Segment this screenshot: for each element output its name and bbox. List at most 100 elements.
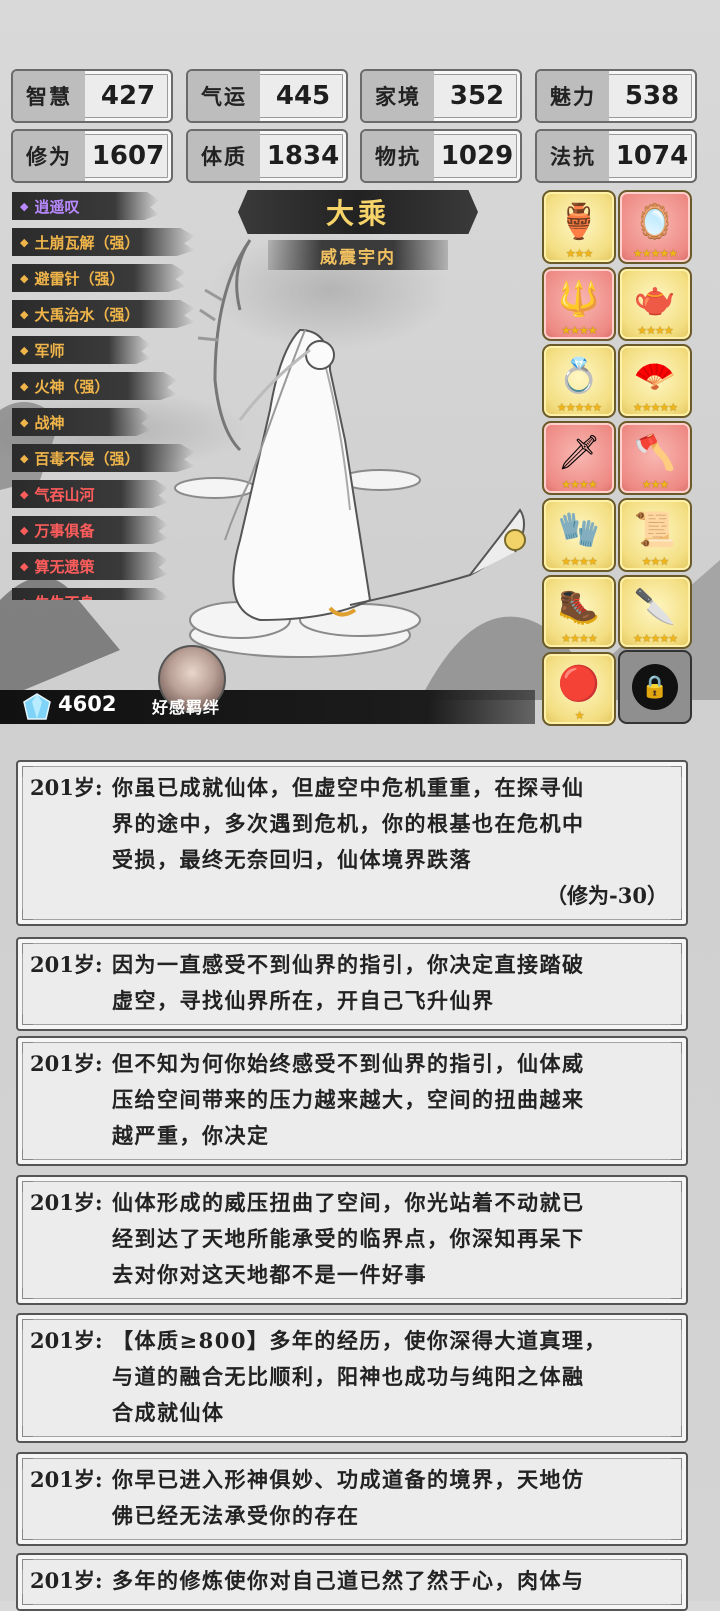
corner-ornament bbox=[671, 1458, 682, 1469]
star-rating: ★★★★★ bbox=[632, 632, 678, 645]
stat-label: 体质 bbox=[188, 131, 260, 181]
stat-constitution: 体质 1834 bbox=[186, 129, 348, 183]
star-rating: ★★★ bbox=[565, 247, 594, 260]
star-rating: ★★★★ bbox=[561, 324, 597, 337]
event-age: 201岁: bbox=[30, 1467, 103, 1492]
diamond-icon: ◆ bbox=[20, 487, 29, 501]
event-text-line: 你虽已成就仙体，但虚空中危机重重，在探寻仙 bbox=[112, 775, 585, 800]
equipment-slot[interactable]: 🔪 ★★★★★ bbox=[618, 575, 692, 649]
star-rating: ★★★★ bbox=[561, 478, 597, 491]
stat-label: 物抗 bbox=[362, 131, 434, 181]
scroll-icon: 📜 bbox=[633, 510, 677, 550]
skill-item[interactable]: ◆ 万事俱备 bbox=[12, 516, 168, 544]
event-text-line: 佛已经无法承受你的存在 bbox=[112, 1503, 360, 1528]
equipment-slot[interactable]: 🫖 ★★★★ bbox=[618, 267, 692, 341]
event-text-line: 仙体形成的威压扭曲了空间，你光站着不动就已 bbox=[112, 1190, 585, 1215]
diamond-icon: ◆ bbox=[20, 415, 29, 429]
star-rating: ★★★★★ bbox=[632, 401, 678, 414]
event-text-line: 界的途中，多次遇到危机，你的根基也在危机中 bbox=[112, 811, 585, 836]
lock-icon: 🔒 bbox=[632, 664, 678, 710]
equipment-slot[interactable]: 🗡 ★★★★ bbox=[542, 421, 616, 495]
equipment-slot[interactable]: 🥾 ★★★★ bbox=[542, 575, 616, 649]
stat-cultivation: 修为 1607 bbox=[11, 129, 173, 183]
star-rating: ★★★★★ bbox=[556, 401, 602, 414]
event-text-line: 【体质≥800】多年的经历，使你深得大道真理， bbox=[112, 1328, 607, 1353]
axe-icon: 🪓 bbox=[633, 433, 677, 473]
skill-label: 生生不息 bbox=[34, 592, 94, 601]
skill-label: 算无遗策 bbox=[34, 557, 95, 576]
corner-ornament bbox=[22, 1426, 33, 1437]
skill-item[interactable]: ◆ 火神（强） bbox=[12, 372, 177, 400]
corner-ornament bbox=[22, 1594, 33, 1605]
corner-ornament bbox=[22, 1529, 33, 1540]
stat-value: 538 bbox=[624, 81, 680, 111]
sword-icon: 🗡 bbox=[557, 433, 601, 473]
stat-value: 1607 bbox=[91, 141, 165, 171]
corner-ornament bbox=[671, 1014, 682, 1025]
event-age: 201岁: bbox=[30, 1568, 103, 1593]
equipment-slot[interactable]: 🏺 ★★★ bbox=[542, 190, 616, 264]
skill-item[interactable]: ◆ 军师 bbox=[12, 336, 150, 364]
equipment-slot[interactable]: 🪓 ★★★ bbox=[618, 421, 692, 495]
skill-label: 土崩瓦解（强） bbox=[34, 233, 140, 252]
event-text-line: 你早已进入形神俱妙、功成道备的境界，天地仿 bbox=[112, 1467, 585, 1492]
corner-ornament bbox=[22, 1559, 33, 1570]
ring-icon: 💍 bbox=[557, 356, 601, 396]
equipment-slot[interactable]: 🪞 ★★★★★ bbox=[618, 190, 692, 264]
stat-physical-resist: 物抗 1029 bbox=[360, 129, 522, 183]
boot-icon: 🥾 bbox=[557, 587, 601, 627]
skill-item[interactable]: ◆ 战神 bbox=[12, 408, 150, 436]
stat-label: 智慧 bbox=[13, 71, 85, 121]
equipment-slot[interactable]: 🪭 ★★★★★ bbox=[618, 344, 692, 418]
star-rating: ★★★ bbox=[641, 478, 670, 491]
corner-ornament bbox=[22, 1319, 33, 1330]
skill-item[interactable]: ◆ 算无遗策 bbox=[12, 552, 168, 580]
equipment-slot[interactable]: 📜 ★★★ bbox=[618, 498, 692, 572]
corner-ornament bbox=[671, 1149, 682, 1160]
stat-label: 家境 bbox=[362, 71, 434, 121]
locked-slot[interactable]: 🔒 bbox=[618, 650, 692, 724]
event-entry: 201岁: 但不知为何你始终感受不到仙界的指引，仙体威 压给空间带来的压力越来越大，… bbox=[16, 1036, 688, 1166]
stat-label: 修为 bbox=[13, 131, 85, 181]
equipment-slot[interactable]: 💍 ★★★★★ bbox=[542, 344, 616, 418]
event-entry: 201岁: 因为一直感受不到仙界的指引，你决定直接踏破 虚空，寻找仙界所在，开自己飞… bbox=[16, 937, 688, 1031]
cauldron-icon: 🏺 bbox=[557, 202, 601, 242]
equipment-slot[interactable]: 🔴 ★ bbox=[542, 652, 616, 726]
diamond-icon: ◆ bbox=[20, 235, 29, 249]
equipment-slot[interactable]: 🧤 ★★★★ bbox=[542, 498, 616, 572]
skill-label: 气吞山河 bbox=[34, 485, 95, 504]
event-text-line: 去对你对这天地都不是一件好事 bbox=[112, 1262, 427, 1287]
skill-item[interactable]: ◆ 土崩瓦解（强） bbox=[12, 228, 195, 256]
corner-ornament bbox=[22, 1458, 33, 1469]
skill-label: 军师 bbox=[34, 341, 65, 360]
event-age: 201岁: bbox=[30, 1190, 103, 1215]
event-text-line: 越严重，你决定 bbox=[112, 1123, 270, 1148]
stat-value: 1834 bbox=[266, 141, 340, 171]
corner-ornament bbox=[671, 1288, 682, 1299]
corner-ornament bbox=[22, 909, 33, 920]
stat-wisdom: 智慧 427 bbox=[11, 69, 173, 123]
skill-item[interactable]: ◆ 百毒不侵（强） bbox=[12, 444, 195, 472]
stat-label: 法抗 bbox=[537, 131, 609, 181]
bracer-icon: 🧤 bbox=[557, 510, 601, 550]
skill-item[interactable]: ◆ 避雷针（强） bbox=[12, 264, 186, 292]
favor-bond-button[interactable]: 好感羁绊 bbox=[152, 694, 220, 718]
corner-ornament bbox=[22, 1149, 33, 1160]
star-rating: ★★★★ bbox=[561, 632, 597, 645]
skill-item[interactable]: ◆ 大禹治水（强） bbox=[12, 300, 195, 328]
stat-magic-resist: 法抗 1074 bbox=[535, 129, 697, 183]
corner-ornament bbox=[22, 766, 33, 777]
event-entry: 201岁: 多年的修炼使你对自己道已然了然于心，肉体与 bbox=[16, 1553, 688, 1611]
stat-family: 家境 352 bbox=[360, 69, 522, 123]
skill-list[interactable]: ◆ 逍遥叹 ◆ 土崩瓦解（强） ◆ 避雷针（强） ◆ 大禹治水（强） ◆ 军师 ◆ 火神（强） ◆ 战神 ◆… bbox=[0, 190, 200, 600]
skill-item[interactable]: ◆ 逍遥叹 bbox=[12, 192, 159, 220]
corner-ornament bbox=[671, 1594, 682, 1605]
equipment-slot[interactable]: 🔱 ★★★★ bbox=[542, 267, 616, 341]
corner-ornament bbox=[22, 1042, 33, 1053]
event-text-line: 经到达了天地所能承受的临界点，你深知再呆下 bbox=[112, 1226, 585, 1251]
skill-item[interactable]: ◆ 生生不息 bbox=[12, 588, 168, 600]
skill-item[interactable]: ◆ 气吞山河 bbox=[12, 480, 168, 508]
stat-change: （修为-30） bbox=[546, 883, 668, 908]
diamond-icon: ◆ bbox=[20, 307, 29, 321]
dagger-icon: 🔪 bbox=[633, 587, 677, 627]
